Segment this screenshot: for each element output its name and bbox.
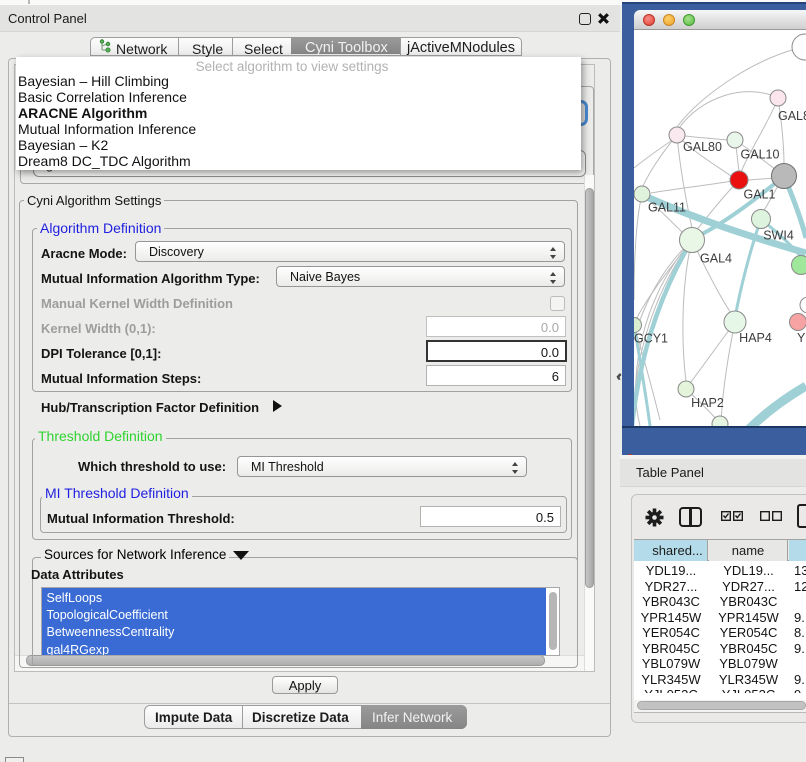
svg-text:GAL4: GAL4 bbox=[700, 252, 732, 266]
svg-text:GAL80: GAL80 bbox=[683, 140, 722, 154]
svg-text:GAL10: GAL10 bbox=[741, 148, 780, 162]
svg-text:HAP2: HAP2 bbox=[691, 396, 724, 410]
svg-text:GAL8: GAL8 bbox=[778, 109, 806, 123]
svg-text:GAL11: GAL11 bbox=[648, 201, 686, 215]
svg-text:HAP4: HAP4 bbox=[739, 331, 772, 345]
svg-text:GAL1: GAL1 bbox=[744, 188, 776, 202]
svg-text:SWI4: SWI4 bbox=[763, 229, 794, 243]
svg-text:GCY1: GCY1 bbox=[634, 332, 668, 346]
svg-text:Y: Y bbox=[797, 331, 806, 345]
